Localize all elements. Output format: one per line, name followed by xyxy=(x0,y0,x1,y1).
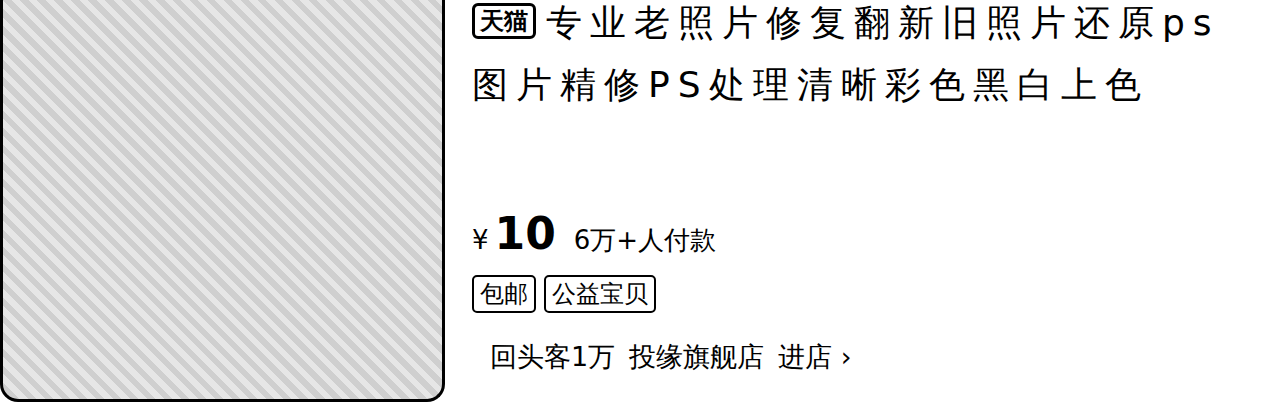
repeat-customers: 回头客1万 xyxy=(490,339,615,375)
sales-count: 6万+人付款 xyxy=(574,223,716,258)
service-tag: 公益宝贝 xyxy=(544,275,656,313)
shop-row: 回头客1万投缘旗舰店进店 › xyxy=(472,339,1280,375)
product-title[interactable]: 天猫专业老照片修复翻新旧照片还原ps图片精修PS处理清晰彩色黑白上色 xyxy=(472,0,1232,116)
tmall-badge: 天猫 xyxy=(472,3,536,39)
price-amount: 10 xyxy=(495,208,556,259)
product-card[interactable]: 天猫专业老照片修复翻新旧照片还原ps图片精修PS处理清晰彩色黑白上色 ¥10 6万+… xyxy=(0,0,1280,418)
service-tag: 包邮 xyxy=(472,275,536,313)
tag-row: 包邮公益宝贝 xyxy=(472,275,1280,313)
price-currency: ¥ xyxy=(472,225,489,255)
enter-shop-link[interactable]: 进店 › xyxy=(778,339,851,375)
product-image[interactable] xyxy=(0,0,445,402)
shop-name[interactable]: 投缘旗舰店 xyxy=(629,339,764,375)
price-row: ¥10 6万+人付款 xyxy=(472,208,1280,259)
product-info: 天猫专业老照片修复翻新旧照片还原ps图片精修PS处理清晰彩色黑白上色 ¥10 6万+… xyxy=(445,0,1280,418)
